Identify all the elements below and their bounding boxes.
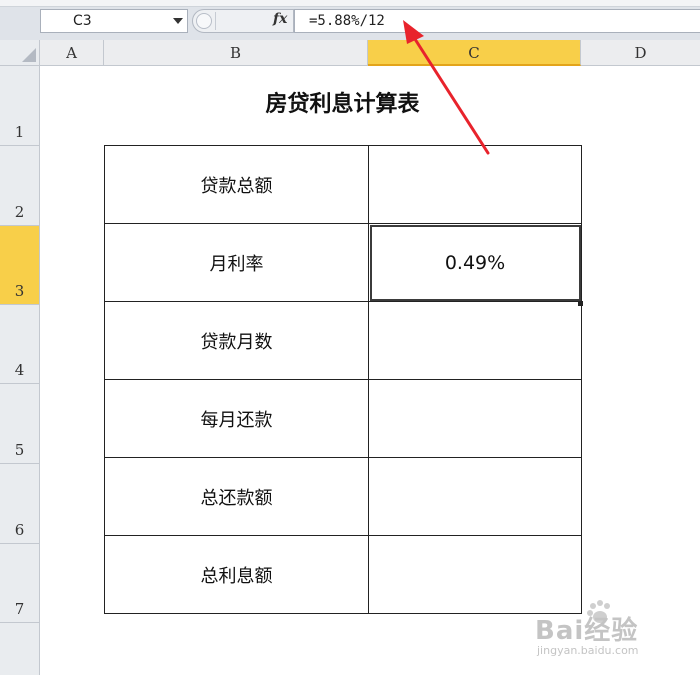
- table-row: 总还款额: [104, 457, 582, 536]
- formula-text: =5.88%/12: [309, 13, 385, 29]
- select-all-button[interactable]: [0, 40, 40, 66]
- table-row: 总利息额: [104, 535, 582, 614]
- row-header-3[interactable]: 3: [0, 226, 40, 305]
- table-row: 月利率 0.49%: [104, 223, 582, 302]
- value-cell-c5[interactable]: [368, 379, 582, 458]
- label-cell-b3[interactable]: 月利率: [104, 223, 369, 302]
- label-cell-b5[interactable]: 每月还款: [104, 379, 369, 458]
- row-number: 4: [14, 361, 25, 379]
- formula-bar: C3 fx =5.88%/12: [0, 0, 700, 41]
- column-header-c[interactable]: C: [368, 40, 581, 66]
- formula-bar-resize-handle[interactable]: [196, 13, 212, 29]
- name-box-value: C3: [73, 13, 92, 29]
- formula-input[interactable]: =5.88%/12: [294, 9, 700, 33]
- value-cell-c6[interactable]: [368, 457, 582, 536]
- row-number: 3: [14, 282, 25, 300]
- baidu-watermark: Bai经验 jingyan.baidu.com: [535, 600, 695, 670]
- column-header-b[interactable]: B: [104, 40, 368, 66]
- row-header-5[interactable]: 5: [0, 384, 40, 464]
- row-number: 1: [14, 123, 25, 141]
- fx-icon[interactable]: fx: [273, 11, 287, 27]
- row-header-1[interactable]: 1: [0, 66, 40, 146]
- loan-table: 贷款总额 月利率 0.49% 贷款月数 每月还款 总还款额 总利息额: [104, 145, 582, 614]
- row-header-6[interactable]: 6: [0, 464, 40, 544]
- label-cell-b4[interactable]: 贷款月数: [104, 301, 369, 380]
- watermark-brand: Bai经验: [535, 616, 639, 646]
- row-header-4[interactable]: 4: [0, 305, 40, 384]
- column-header-a[interactable]: A: [40, 40, 104, 66]
- row-header-2[interactable]: 2: [0, 146, 40, 226]
- table-row: 贷款总额: [104, 145, 582, 224]
- label-cell-b6[interactable]: 总还款额: [104, 457, 369, 536]
- separator: [215, 12, 216, 30]
- ribbon-edge: [0, 0, 700, 7]
- row-number: 2: [14, 203, 25, 221]
- row-number: 5: [14, 441, 25, 459]
- fx-label: fx: [273, 11, 288, 27]
- function-controls: fx: [192, 9, 294, 33]
- row-number: 7: [14, 600, 25, 618]
- label-cell-b7[interactable]: 总利息额: [104, 535, 369, 614]
- row-header-blank: [0, 623, 40, 675]
- label-cell-b2[interactable]: 贷款总额: [104, 145, 369, 224]
- select-all-icon: [22, 48, 36, 62]
- fill-handle[interactable]: [578, 301, 583, 306]
- table-row: 每月还款: [104, 379, 582, 458]
- watermark-url: jingyan.baidu.com: [537, 644, 639, 657]
- column-header-d[interactable]: D: [581, 40, 700, 66]
- name-box[interactable]: C3: [40, 9, 188, 33]
- row-number: 6: [14, 521, 25, 539]
- sheet-title-cell[interactable]: 房贷利息计算表: [104, 86, 581, 118]
- row-header-7[interactable]: 7: [0, 544, 40, 623]
- value-cell-c4[interactable]: [368, 301, 582, 380]
- chevron-down-icon[interactable]: [173, 18, 183, 24]
- table-row: 贷款月数: [104, 301, 582, 380]
- value-cell-c2[interactable]: [368, 145, 582, 224]
- selected-cell-c3[interactable]: 0.49%: [368, 223, 582, 302]
